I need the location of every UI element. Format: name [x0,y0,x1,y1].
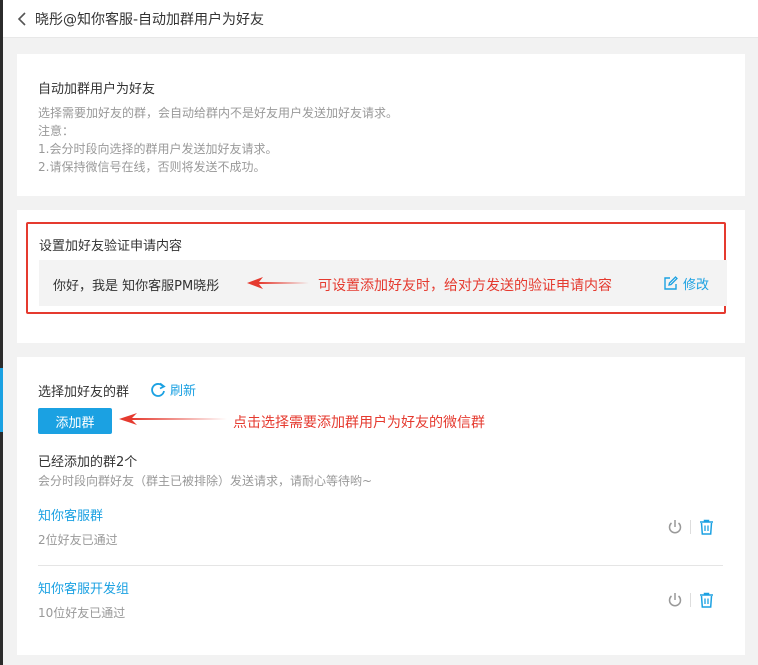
edit-icon [664,276,678,290]
window-left-edge [0,0,3,665]
intro-note-2: 2.请保持微信号在线，否则将发送不成功。 [38,160,266,174]
intro-heading: 自动加群用户为好友 [38,82,156,97]
annotation-arrow-icon [119,413,227,425]
added-groups-note: 会分时段向群好友（群主已被排除）发送请求，请耐心等待哟~ [38,474,373,488]
groups-heading: 选择加好友的群 [38,385,130,400]
power-icon[interactable] [667,519,683,539]
verify-message: 你好，我是 知你客服PM晓彤 [53,279,220,294]
edit-label: 修改 [683,278,710,293]
list-item: 知你客服群 2位好友已通过 [38,503,723,566]
intro-note-1: 1.会分时段向选择的群用户发送加好友请求。 [38,142,278,156]
group-status: 10位好友已通过 [38,606,126,620]
divider [690,520,691,534]
group-name[interactable]: 知你客服群 [38,505,103,524]
annotation-arrow-icon [247,277,309,289]
power-icon[interactable] [667,592,683,612]
group-name[interactable]: 知你客服开发组 [38,578,129,597]
verify-annotation: 可设置添加好友时，给对方发送的验证申请内容 [318,278,612,294]
page-title: 晓彤@知你客服-自动加群用户为好友 [35,11,265,28]
intro-note-label: 注意： [38,124,75,138]
refresh-label: 刷新 [170,384,197,399]
chevron-left-icon[interactable] [9,11,35,26]
page-header: 晓彤@知你客服-自动加群用户为好友 [3,0,758,38]
refresh-button[interactable]: 刷新 [150,380,196,399]
refresh-icon [151,382,166,397]
groups-annotation: 点击选择需要添加群用户为好友的微信群 [233,415,485,431]
verify-message-box: 你好，我是 知你客服PM晓彤 可设置添加好友时，给对方发送的验证申请内容 修改 [39,260,727,306]
list-item: 知你客服开发组 10位好友已通过 [38,576,723,638]
group-status: 2位好友已通过 [38,533,118,547]
intro-card: 自动加群用户为好友 选择需要加好友的群，会自动给群内不是好友用户发送加好友请求。… [17,54,745,196]
intro-description: 选择需要加好友的群，会自动给群内不是好友用户发送加好友请求。 [38,106,399,120]
verify-card: 设置加好友验证申请内容 你好，我是 知你客服PM晓彤 可设置添加好友时，给对方发… [17,210,745,343]
trash-icon[interactable] [699,519,714,539]
trash-icon[interactable] [699,592,714,612]
edit-button[interactable]: 修改 [663,274,709,293]
added-groups-count: 已经添加的群2个 [38,455,138,470]
groups-card: 选择加好友的群 刷新 添加群 点击选择需要添加群用户为好友的微信群 已经添加的群… [17,357,745,655]
verify-heading: 设置加好友验证申请内容 [39,239,183,254]
add-group-button[interactable]: 添加群 [38,408,112,434]
divider [690,593,691,607]
active-section-indicator [0,368,3,432]
